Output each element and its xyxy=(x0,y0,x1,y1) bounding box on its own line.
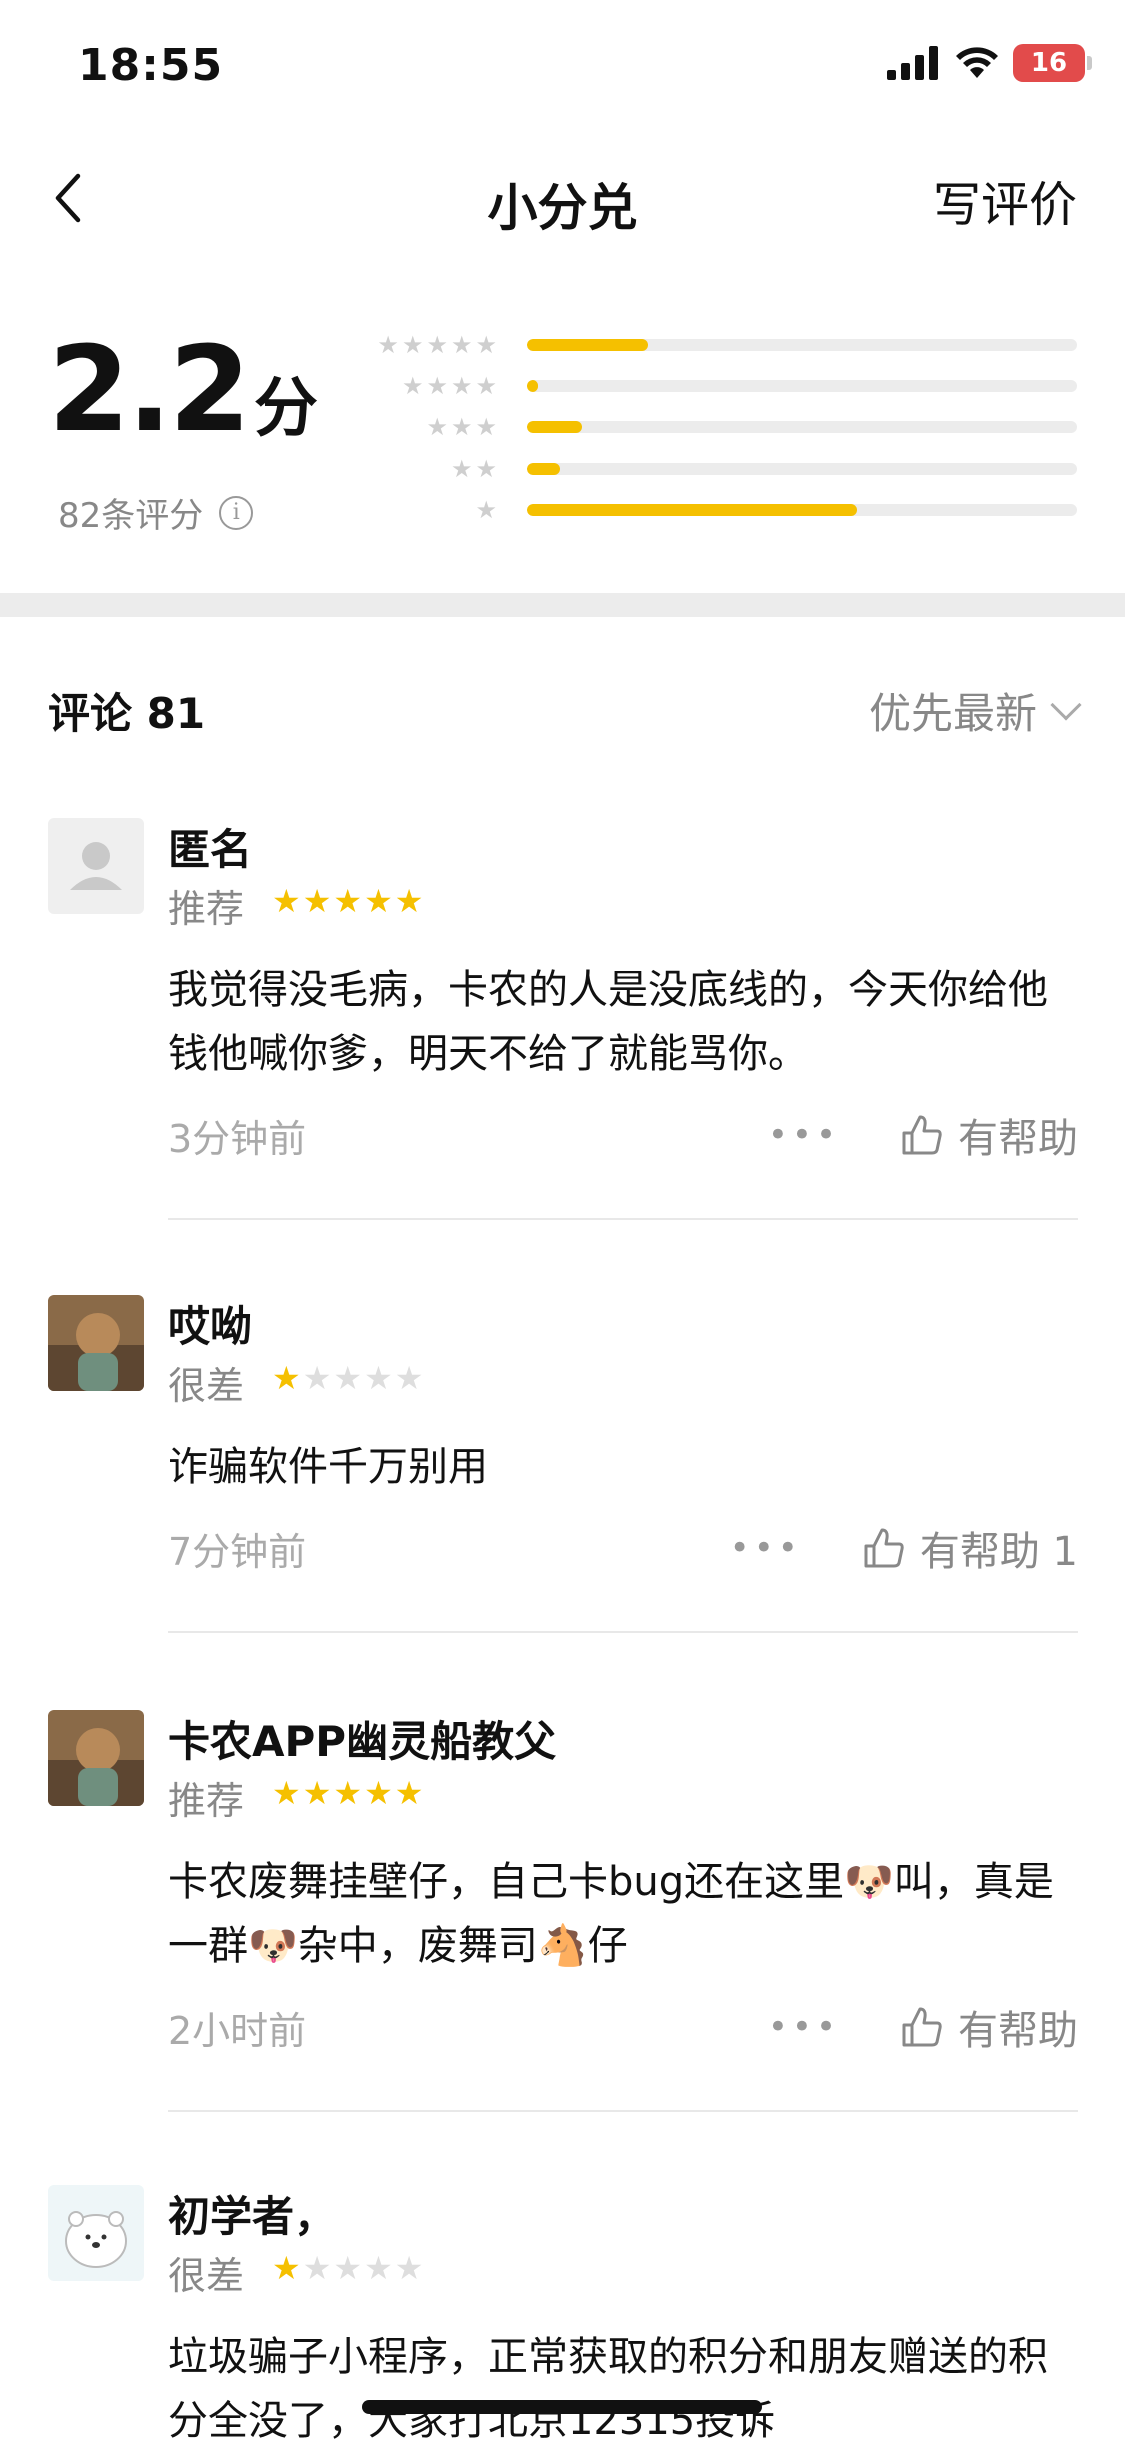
helpful-label: 有帮助 1 xyxy=(919,1529,1078,1575)
review-divider xyxy=(168,1631,1078,1633)
review-footer: 7分钟前 ••• 有帮助 1 xyxy=(168,1523,1078,1575)
star-level-icons: ★★★★ xyxy=(401,372,500,400)
more-options-icon[interactable]: ••• xyxy=(768,2007,840,2047)
rating-count-label: 82条评分 xyxy=(58,496,204,536)
wifi-icon xyxy=(956,47,998,78)
review-time: 7分钟前 xyxy=(168,1529,307,1574)
sort-label: 优先最新 xyxy=(868,689,1037,738)
helpful-label: 有帮助 xyxy=(958,1116,1078,1162)
default-avatar-icon xyxy=(48,818,144,914)
distribution-row-3-star: ★★★ xyxy=(350,412,1077,442)
review-text: 卡农废舞挂壁仔，自己卡bug还在这里🐶叫，真是一群🐶杂中，废舞司🐴仔 xyxy=(168,1859,1054,1969)
review-star-rating: ★★★★★ xyxy=(272,2249,426,2287)
helpful-button[interactable]: 有帮助 1 xyxy=(862,1519,1078,1577)
status-icons: 16 xyxy=(887,44,1092,82)
sort-dropdown[interactable]: 优先最新 xyxy=(868,680,1082,741)
review-time: 2小时前 xyxy=(168,2008,307,2053)
review-text: 诈骗软件千万别用 xyxy=(168,1444,488,1490)
reviewer-name: 卡农APP幽灵船教父 xyxy=(168,1717,557,1766)
distribution-row-5-star: ★★★★★ xyxy=(350,330,1077,360)
review-footer: 2小时前 ••• 有帮助 xyxy=(168,2002,1078,2054)
star-level-icons: ★★★★★ xyxy=(377,331,500,359)
review-verdict: 很差 xyxy=(168,1364,245,1408)
rating-count: 82条评分 i xyxy=(58,488,254,537)
distribution-bar-fill xyxy=(527,463,560,475)
reviewer-name: 哎呦 xyxy=(168,1302,253,1351)
distribution-bar xyxy=(527,504,1077,516)
thumbs-up-icon xyxy=(902,1115,942,1155)
distribution-bar xyxy=(527,421,1077,433)
battery-icon: 16 xyxy=(1013,44,1092,82)
review-text: 垃圾骗子小程序，正常获取的积分和朋友赠送的积分全没了，大家打北京12315投诉 xyxy=(168,2334,1048,2444)
review-time: 3分钟前 xyxy=(168,1116,307,1161)
star-level-icons: ★ xyxy=(475,496,500,524)
distribution-bar-fill xyxy=(527,339,648,351)
review-verdict: 很差 xyxy=(168,2254,245,2298)
star-level-icons: ★★★ xyxy=(426,413,500,441)
reviewer-avatar[interactable] xyxy=(48,1295,144,1391)
chevron-down-icon xyxy=(1050,688,1082,721)
distribution-bar xyxy=(527,339,1077,351)
distribution-bar xyxy=(527,463,1077,475)
distribution-row-2-star: ★★ xyxy=(350,454,1077,484)
review-verdict: 推荐 xyxy=(168,887,245,931)
photo-avatar-icon xyxy=(48,1710,144,1806)
info-icon[interactable]: i xyxy=(219,495,254,530)
reviewer-avatar[interactable] xyxy=(48,2185,144,2281)
helpful-button[interactable]: 有帮助 xyxy=(900,1106,1078,1164)
bear-avatar-icon xyxy=(48,2185,144,2281)
distribution-row-4-star: ★★★★ xyxy=(350,371,1077,401)
reviewer-avatar[interactable] xyxy=(48,1710,144,1806)
section-divider xyxy=(0,593,1125,617)
reviewer-name: 匿名 xyxy=(168,825,253,874)
distribution-row-1-star: ★ xyxy=(350,495,1077,525)
status-time: 18:55 xyxy=(78,40,224,91)
distribution-bar xyxy=(527,380,1077,392)
distribution-bar-fill xyxy=(527,421,582,433)
reviewer-name: 初学者， xyxy=(168,2192,337,2241)
review-divider xyxy=(168,2110,1078,2112)
write-review-button[interactable]: 写评价 xyxy=(933,165,1077,235)
battery-level: 16 xyxy=(1030,48,1068,78)
reviewer-avatar[interactable] xyxy=(48,818,144,914)
comments-title: 评论 81 xyxy=(48,689,206,738)
signal-icon xyxy=(887,46,938,80)
distribution-bar-fill xyxy=(527,504,857,516)
review-verdict: 推荐 xyxy=(168,1779,245,1823)
review-star-rating: ★★★★★ xyxy=(272,882,426,920)
more-options-icon[interactable]: ••• xyxy=(730,1528,802,1568)
review-star-rating: ★★★★★ xyxy=(272,1359,426,1397)
thumbs-up-icon xyxy=(864,1528,904,1568)
helpful-label: 有帮助 xyxy=(958,2008,1078,2054)
photo-avatar-icon xyxy=(48,1295,144,1391)
home-indicator xyxy=(362,2400,762,2414)
more-options-icon[interactable]: ••• xyxy=(768,1115,840,1155)
review-text: 我觉得没毛病，卡农的人是没底线的，今天你给他钱他喊你爹，明天不给了就能骂你。 xyxy=(168,967,1048,1077)
review-footer: 3分钟前 ••• 有帮助 xyxy=(168,1110,1078,1162)
helpful-button[interactable]: 有帮助 xyxy=(900,1998,1078,2056)
distribution-bar-fill xyxy=(527,380,538,392)
score-value: 2.2 xyxy=(48,320,251,458)
star-level-icons: ★★ xyxy=(450,455,500,483)
review-star-rating: ★★★★★ xyxy=(272,1774,426,1812)
score-unit: 分 xyxy=(254,372,318,446)
review-divider xyxy=(168,1218,1078,1220)
average-score: 2.2分 xyxy=(48,330,318,448)
thumbs-up-icon xyxy=(902,2007,942,2047)
